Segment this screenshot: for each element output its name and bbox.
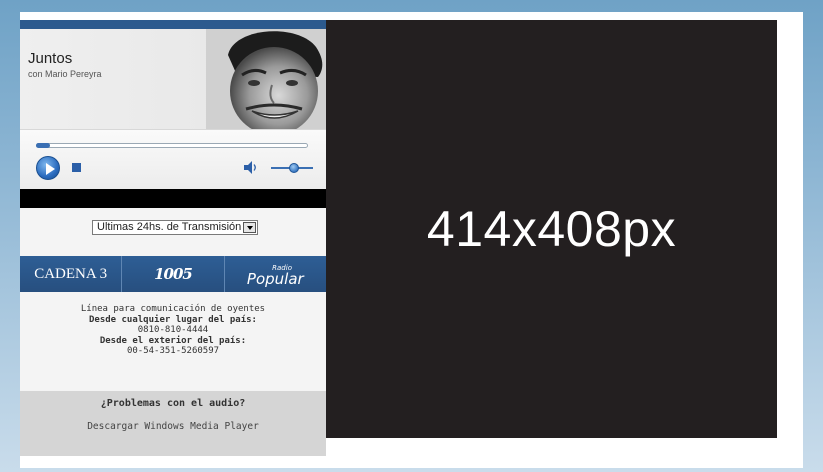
seek-bar-progress[interactable] [36, 143, 50, 148]
station-links: CADENA 3 1005 Radio Popular [20, 256, 326, 292]
station-1005-link[interactable]: 1005 [122, 256, 225, 292]
station-popular-label: Popular [246, 270, 304, 288]
stop-button[interactable] [72, 163, 81, 172]
listener-contact-info: Línea para comunicación de oyentes Desde… [20, 304, 326, 357]
station-cadena3-link[interactable]: CADENA 3 [20, 256, 123, 292]
play-icon [46, 163, 55, 175]
station-popular-link[interactable]: Radio Popular [225, 256, 326, 292]
video-strip [20, 189, 326, 208]
play-button[interactable] [36, 156, 60, 180]
archive-select-value: Ultimas 24hs. de Transmisión [97, 221, 242, 233]
contact-abroad-phone: 00-54-351-5260597 [126, 346, 220, 356]
host-photo [206, 29, 326, 129]
station-1005-label: 1005 [154, 265, 193, 283]
contact-local-phone: 0810-810-4444 [137, 325, 209, 335]
volume-slider-knob[interactable] [289, 163, 300, 173]
contact-abroad-label: Desde el exterior del país: [99, 335, 247, 346]
show-banner: Juntos con Mario Pereyra [20, 29, 326, 129]
audio-help-section: ¿Problemas con el audio? Descargar Windo… [20, 391, 326, 456]
seek-bar[interactable] [36, 143, 308, 148]
station-cadena3-label: CADENA 3 [34, 265, 108, 282]
radio-player: Juntos con Mario Pereyra Ultimas 24hs. d… [20, 20, 326, 456]
player-controls [20, 129, 326, 189]
archive-select-row: Ultimas 24hs. de Transmisión [20, 208, 326, 256]
archive-select[interactable]: Ultimas 24hs. de Transmisión [92, 220, 258, 235]
contact-local-label: Desde cualquier lugar del país: [89, 314, 257, 325]
contact-heading: Línea para comunicación de oyentes [80, 304, 266, 314]
audio-help-title: ¿Problemas con el audio? [100, 398, 246, 409]
speaker-icon[interactable] [244, 161, 258, 174]
download-wmp-link[interactable]: Descargar Windows Media Player [20, 421, 326, 432]
show-title: Juntos [28, 50, 73, 67]
ad-size-label: 414x408px [426, 201, 677, 257]
dropdown-arrow-icon[interactable] [243, 222, 256, 233]
ad-placeholder[interactable]: 414x408px [326, 20, 777, 438]
player-top-bar [20, 20, 326, 29]
show-host: con Mario Pereyra [28, 69, 102, 79]
